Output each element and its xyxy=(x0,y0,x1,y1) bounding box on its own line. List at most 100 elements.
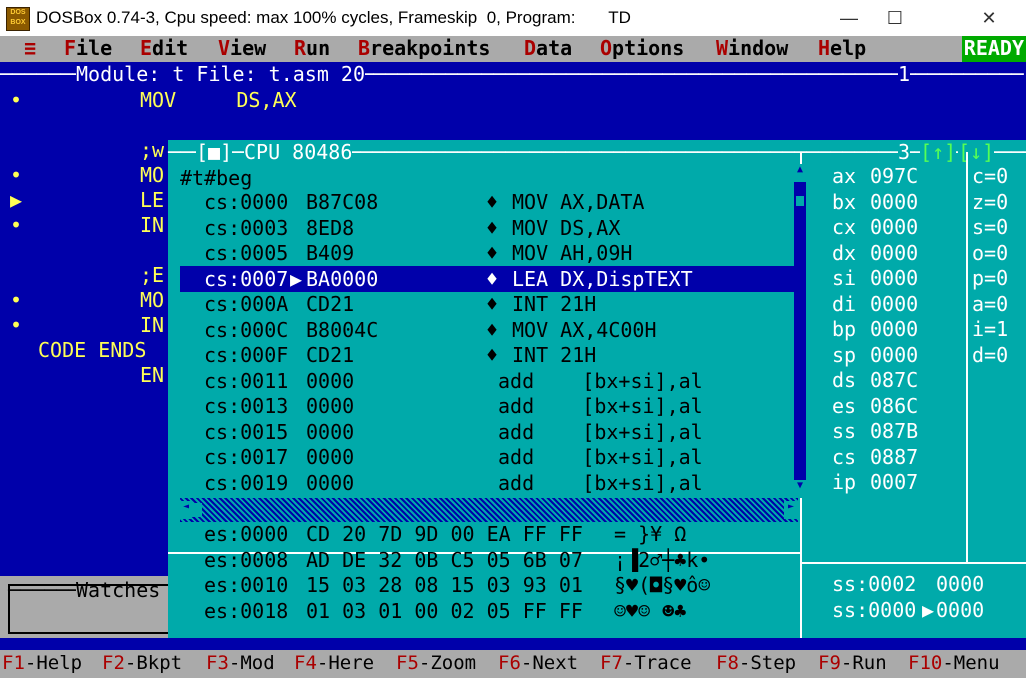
dump-bytes[interactable]: 01 03 01 00 02 05 FF FF xyxy=(306,599,583,624)
code-instruction[interactable]: add [bx+si],al xyxy=(498,369,703,394)
flag-value[interactable]: a=0 xyxy=(972,292,1008,317)
code-address[interactable]: cs:0015 xyxy=(204,420,288,445)
code-address[interactable]: cs:0017 xyxy=(204,445,288,470)
code-instruction[interactable]: MOV AH,09H xyxy=(512,241,632,266)
function-key-f10[interactable]: F10-Menu xyxy=(908,651,1000,676)
dump-bytes[interactable]: CD 20 7D 9D 00 EA FF FF xyxy=(306,522,583,547)
function-key-f6[interactable]: F6-Next xyxy=(498,651,578,676)
dump-address[interactable]: es:0008 xyxy=(204,548,288,573)
scroll-right-arrow-icon[interactable]: ► xyxy=(784,501,798,519)
code-instruction[interactable]: add [bx+si],al xyxy=(498,420,703,445)
stack-address[interactable]: ss:0002 xyxy=(832,572,916,597)
menu-item[interactable]: Edit xyxy=(140,36,188,61)
stack-address[interactable]: ss:0000 xyxy=(832,598,916,623)
code-vertical-scrollbar[interactable]: ▲ ▼ xyxy=(794,164,806,498)
register-value[interactable]: 0000 xyxy=(870,317,918,342)
function-key-f8[interactable]: F8-Step xyxy=(716,651,796,676)
scroll-thumb[interactable] xyxy=(796,196,804,206)
register-value[interactable]: 0000 xyxy=(870,190,918,215)
function-key-f4[interactable]: F4-Here xyxy=(294,651,374,676)
source-line[interactable]: IN xyxy=(140,313,164,338)
code-address[interactable]: cs:000F xyxy=(204,343,288,368)
source-line[interactable]: EN xyxy=(140,363,164,388)
source-line[interactable]: IN xyxy=(140,213,164,238)
code-instruction[interactable]: INT 21H xyxy=(512,292,596,317)
close-button[interactable]: ✕ xyxy=(966,0,1012,36)
register-value[interactable]: 0000 xyxy=(870,215,918,240)
menu-item[interactable]: Options xyxy=(600,36,684,61)
dump-address[interactable]: es:0018 xyxy=(204,599,288,624)
source-line[interactable]: ;w xyxy=(140,138,164,163)
code-instruction[interactable]: add [bx+si],al xyxy=(498,471,703,496)
code-address[interactable]: cs:000C xyxy=(204,318,288,343)
code-horizontal-scrollbar[interactable]: ◄ ► xyxy=(180,498,798,522)
register-value[interactable]: 0887 xyxy=(870,445,918,470)
system-menu-icon[interactable]: ≡ xyxy=(24,36,36,61)
function-key-f9[interactable]: F9-Run xyxy=(818,651,887,676)
register-value[interactable]: 0000 xyxy=(870,343,918,368)
code-address[interactable]: cs:0003 xyxy=(204,216,288,241)
code-instruction[interactable]: add [bx+si],al xyxy=(498,394,703,419)
menu-item[interactable]: Run xyxy=(294,36,330,61)
dump-bytes[interactable]: AD DE 32 0B C5 05 6B 07 xyxy=(306,548,583,573)
cpu-close-box[interactable]: [■] xyxy=(196,140,233,165)
flag-value[interactable]: z=0 xyxy=(972,190,1008,215)
source-line[interactable]: MOV DS,AX xyxy=(140,88,297,113)
code-address[interactable]: cs:0011 xyxy=(204,369,288,394)
menu-item[interactable]: View xyxy=(218,36,266,61)
flag-value[interactable]: o=0 xyxy=(972,241,1008,266)
dosbox-app-icon[interactable]: DOS BOX xyxy=(6,7,30,31)
code-instruction[interactable]: INT 21H xyxy=(512,343,596,368)
source-line[interactable]: ;E xyxy=(140,263,164,288)
source-line[interactable]: LE xyxy=(140,188,164,213)
code-instruction[interactable]: MOV AX,4C00H xyxy=(512,318,657,343)
register-value[interactable]: 0000 xyxy=(870,241,918,266)
maximize-button[interactable]: ☐ xyxy=(872,0,918,36)
register-value[interactable]: 087B xyxy=(870,419,918,444)
scroll-down-arrow-icon[interactable]: ▼ xyxy=(794,480,806,498)
code-instruction[interactable]: MOV AX,DATA xyxy=(512,190,644,215)
menu-item[interactable]: Breakpoints xyxy=(358,36,490,61)
flag-value[interactable]: i=1 xyxy=(972,317,1008,342)
register-value[interactable]: 097C xyxy=(870,164,918,189)
code-instruction[interactable]: MOV DS,AX xyxy=(512,216,620,241)
function-key-f5[interactable]: F5-Zoom xyxy=(396,651,476,676)
hscroll-thumb[interactable] xyxy=(192,503,202,517)
code-address[interactable]: cs:0005 xyxy=(204,241,288,266)
flag-value[interactable]: d=0 xyxy=(972,343,1008,368)
function-key-f7[interactable]: F7-Trace xyxy=(600,651,692,676)
function-key-f1[interactable]: F1-Help xyxy=(2,651,82,676)
dump-bytes[interactable]: 15 03 28 08 15 03 93 01 xyxy=(306,573,583,598)
flag-value[interactable]: p=0 xyxy=(972,266,1008,291)
register-value[interactable]: 0007 xyxy=(870,470,918,495)
code-address[interactable]: cs:0013 xyxy=(204,394,288,419)
flag-value[interactable]: s=0 xyxy=(972,215,1008,240)
stack-value[interactable]: 0000 xyxy=(936,598,984,623)
menu-item[interactable]: Help xyxy=(818,36,866,61)
flag-value[interactable]: c=0 xyxy=(972,164,1008,189)
register-value[interactable]: 087C xyxy=(870,368,918,393)
zoom-up-icon[interactable]: [↑] xyxy=(920,140,957,165)
code-address[interactable]: cs:0007 xyxy=(204,267,288,292)
menu-item[interactable]: Data xyxy=(524,36,572,61)
zoom-down-icon[interactable]: [↓] xyxy=(958,140,995,165)
menu-item[interactable]: Window xyxy=(716,36,788,61)
minimize-button[interactable]: — xyxy=(826,0,872,36)
function-key-f2[interactable]: F2-Bkpt xyxy=(102,651,182,676)
register-value[interactable]: 0000 xyxy=(870,292,918,317)
dump-address[interactable]: es:0010 xyxy=(204,573,288,598)
function-key-f3[interactable]: F3-Mod xyxy=(206,651,275,676)
stack-value[interactable]: 0000 xyxy=(936,572,984,597)
code-address[interactable]: cs:0019 xyxy=(204,471,288,496)
code-instruction[interactable]: add [bx+si],al xyxy=(498,445,703,470)
source-line[interactable]: MO xyxy=(140,288,164,313)
scroll-left-arrow-icon[interactable]: ◄ xyxy=(180,501,192,519)
code-instruction[interactable]: LEA DX,DispTEXT xyxy=(512,267,693,292)
register-value[interactable]: 0000 xyxy=(870,266,918,291)
source-line[interactable]: CODE ENDS xyxy=(38,338,146,363)
menu-item[interactable]: File xyxy=(64,36,112,61)
code-address[interactable]: cs:0000 xyxy=(204,190,288,215)
source-line[interactable]: MO xyxy=(140,163,164,188)
scroll-up-arrow-icon[interactable]: ▲ xyxy=(794,164,806,182)
code-address[interactable]: cs:000A xyxy=(204,292,288,317)
